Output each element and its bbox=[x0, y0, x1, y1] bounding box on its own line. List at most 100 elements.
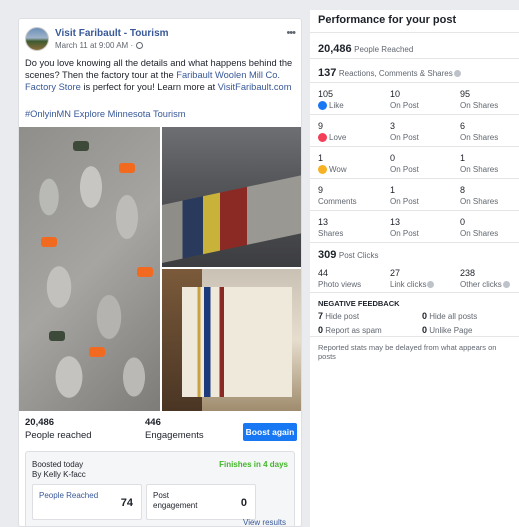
post-text-2: is perfect for you! Learn more at bbox=[80, 82, 218, 92]
love-icon bbox=[318, 133, 327, 143]
spool-cap bbox=[41, 237, 57, 247]
on-shares-count: 6 bbox=[460, 121, 466, 131]
globe-icon bbox=[136, 42, 144, 50]
shares-label: Shares bbox=[318, 229, 344, 238]
post-timestamp[interactable]: March 11 at 9:00 AM · bbox=[55, 41, 144, 50]
report-spam-stat: 0 Report as spam bbox=[318, 325, 382, 335]
boost-finishes: Finishes in 4 days bbox=[219, 460, 288, 469]
info-icon[interactable] bbox=[453, 70, 461, 78]
people-reached-row: 20,486 People Reached bbox=[310, 32, 519, 60]
hide-post-count: 7 bbox=[318, 311, 324, 321]
people-reached-number: 20,486 bbox=[25, 417, 55, 428]
clicks-label: Post Clicks bbox=[338, 251, 379, 260]
panel-title: Performance for your post bbox=[318, 14, 457, 26]
wow-label: Wow bbox=[329, 165, 347, 174]
hide-all-stat: 0 Hide all posts bbox=[422, 311, 477, 321]
spool-cap bbox=[49, 331, 65, 341]
photo-views-label: Photo views bbox=[318, 280, 362, 289]
striped-rug bbox=[162, 170, 301, 266]
report-label: Report as spam bbox=[325, 326, 382, 335]
like-count: 105 bbox=[318, 89, 334, 99]
comments-label: Comments bbox=[318, 197, 357, 206]
on-shares-label: On Shares bbox=[460, 229, 499, 238]
unlike-label: Unlike Page bbox=[429, 326, 473, 335]
boosted-title: Boosted today bbox=[32, 460, 84, 469]
like-row: 105 Like 10 On Post 95 On Shares bbox=[310, 82, 519, 116]
spool-cap bbox=[137, 267, 153, 277]
comments-count: 9 bbox=[318, 185, 324, 195]
wow-row: 1 Wow 0 On Post 1 On Shares bbox=[310, 146, 519, 180]
post-header: Visit Faribault - Tourism March 11 at 9:… bbox=[25, 27, 296, 55]
page-name-link[interactable]: Visit Faribault - Tourism bbox=[55, 28, 169, 39]
hide-all-count: 0 bbox=[422, 311, 428, 321]
striped-blanket bbox=[182, 287, 292, 397]
on-post-count: 10 bbox=[390, 89, 401, 99]
negative-feedback-title: NEGATIVE FEEDBACK bbox=[318, 299, 400, 308]
on-shares-count: 1 bbox=[460, 153, 466, 163]
info-icon[interactable] bbox=[427, 281, 435, 289]
link-clicks-label: Link clicks bbox=[390, 280, 427, 289]
unlike-page-stat: 0 Unlike Page bbox=[422, 325, 472, 335]
spool-cap bbox=[73, 141, 89, 151]
post-body: Do you love knowing all the details and … bbox=[25, 57, 297, 93]
on-shares-count: 0 bbox=[460, 217, 466, 227]
on-post-count: 13 bbox=[390, 217, 401, 227]
visitfaribault-link[interactable]: VisitFaribault.com bbox=[218, 82, 292, 92]
photo-views-count: 44 bbox=[318, 268, 329, 278]
on-post-count: 1 bbox=[390, 185, 396, 195]
boosted-by: By Kelly K-facc bbox=[32, 470, 86, 479]
on-shares-count: 95 bbox=[460, 89, 471, 99]
people-reached-metric[interactable]: People Reached 74 bbox=[32, 484, 142, 520]
on-post-label: On Post bbox=[390, 101, 419, 110]
unlike-count: 0 bbox=[422, 325, 428, 335]
post-time-text[interactable]: March 11 at 9:00 AM bbox=[55, 41, 128, 50]
engagements-number: 446 bbox=[145, 417, 161, 428]
metric-value: 0 bbox=[240, 497, 247, 509]
clicks-number: 309 bbox=[318, 249, 337, 261]
page-avatar[interactable] bbox=[25, 27, 49, 51]
like-label: Like bbox=[329, 101, 344, 110]
clicks-breakdown: 44 Photo views 27 Link clicks 238 Other cli… bbox=[310, 262, 519, 292]
other-clicks-count: 238 bbox=[460, 268, 476, 278]
metric-value: 74 bbox=[120, 497, 133, 509]
reactions-label: Reactions, Comments & Shares bbox=[338, 69, 453, 78]
reached-number: 20,486 bbox=[318, 43, 352, 55]
on-shares-label: On Shares bbox=[460, 133, 499, 142]
more-options-icon[interactable]: ••• bbox=[286, 27, 296, 39]
photo-loom[interactable] bbox=[162, 127, 301, 267]
people-reached-stat: 20,486 People reached bbox=[25, 417, 92, 441]
photo-grid bbox=[19, 127, 301, 411]
performance-panel: Performance for your post 20,486 People … bbox=[310, 10, 519, 527]
report-count: 0 bbox=[318, 325, 324, 335]
on-post-label: On Post bbox=[390, 229, 419, 238]
comments-row: 9 Comments 1 On Post 8 On Shares bbox=[310, 178, 519, 212]
reactions-row: 137 Reactions, Comments & Shares bbox=[310, 58, 519, 84]
stats-footnote: Reported stats may be delayed from what … bbox=[310, 336, 519, 367]
on-shares-label: On Shares bbox=[460, 165, 499, 174]
post-engagement-metric[interactable]: Post engagement 0 bbox=[146, 484, 256, 520]
shares-count: 13 bbox=[318, 217, 329, 227]
like-icon bbox=[318, 101, 327, 111]
post-card: Visit Faribault - Tourism March 11 at 9:… bbox=[18, 18, 302, 527]
photo-yarn-spools[interactable] bbox=[19, 127, 160, 411]
love-count: 9 bbox=[318, 121, 324, 131]
on-shares-label: On Shares bbox=[460, 197, 499, 206]
on-post-label: On Post bbox=[390, 133, 419, 142]
engagements-stat: 446 Engagements bbox=[145, 417, 204, 441]
metric-label: Post engagement bbox=[153, 491, 198, 510]
post-stats: 20,486 People reached 446 Engagements Bo… bbox=[25, 417, 297, 447]
spool-cap bbox=[119, 163, 135, 173]
reached-label: People Reached bbox=[354, 45, 414, 54]
boost-again-button[interactable]: Boost again bbox=[243, 423, 297, 441]
info-icon[interactable] bbox=[502, 281, 510, 289]
hide-post-stat: 7 Hide post bbox=[318, 311, 359, 321]
people-reached-label: People reached bbox=[25, 430, 92, 441]
link-clicks-count: 27 bbox=[390, 268, 401, 278]
on-shares-count: 8 bbox=[460, 185, 466, 195]
on-post-count: 3 bbox=[390, 121, 396, 131]
photo-blanket[interactable] bbox=[162, 269, 301, 411]
on-shares-label: On Shares bbox=[460, 101, 499, 110]
post-hashtags[interactable]: #OnlyinMN Explore Minnesota Tourism bbox=[25, 109, 186, 119]
shares-row: 13 Shares 13 On Post 0 On Shares bbox=[310, 210, 519, 244]
view-results-link[interactable]: View results bbox=[243, 518, 286, 526]
